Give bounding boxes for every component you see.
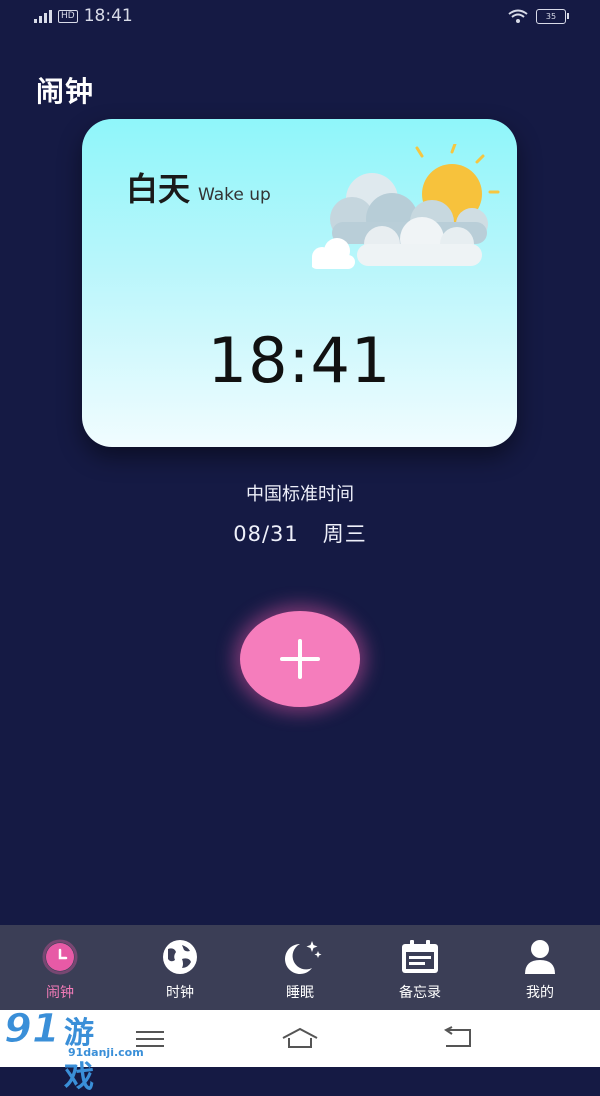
alarm-clock-icon <box>42 939 78 975</box>
hd-badge: HD <box>58 9 78 23</box>
calendar-icon <box>402 940 438 973</box>
nav-label-memo: 备忘录 <box>399 985 441 1001</box>
battery-icon: 35 <box>536 9 569 24</box>
period-en: Wake up <box>198 185 271 205</box>
site-watermark: 91 游戏 91danji.com <box>4 1006 144 1096</box>
moon-stars-icon <box>285 941 322 974</box>
nav-label-alarm: 闹钟 <box>46 985 74 1001</box>
weekday: 周三 <box>322 522 367 546</box>
page-title: 闹钟 <box>36 75 95 108</box>
person-icon <box>525 940 555 974</box>
back-icon[interactable] <box>440 1026 474 1050</box>
alarm-time-card[interactable]: 白天 Wake up 18:41 <box>82 119 517 447</box>
nav-item-memo[interactable]: 备忘录 <box>360 925 480 1010</box>
wifi-icon <box>508 9 528 23</box>
timezone-name: 中国标准时间 <box>246 484 354 505</box>
watermark-logo: 91 <box>4 1006 61 1053</box>
sun-cloud-icon <box>312 144 500 269</box>
date-line: 08/31 周三 <box>0 518 600 548</box>
status-right: 35 <box>508 9 569 24</box>
nav-label-profile: 我的 <box>526 985 554 1001</box>
nav-item-profile[interactable]: 我的 <box>480 925 600 1010</box>
nav-label-clock: 时钟 <box>166 985 194 1001</box>
nav-item-clock[interactable]: 时钟 <box>120 925 240 1010</box>
alarm-time: 18:41 <box>207 324 392 397</box>
add-alarm-button[interactable] <box>240 611 360 707</box>
home-icon[interactable] <box>280 1026 320 1050</box>
nav-item-sleep[interactable]: 睡眠 <box>240 925 360 1010</box>
status-time: 18:41 <box>83 6 133 26</box>
watermark-url: 91danji.com <box>68 1046 144 1059</box>
period-label: 白天 Wake up <box>126 164 271 210</box>
status-left: HD 18:41 <box>34 6 133 26</box>
plus-icon <box>280 639 320 679</box>
nav-label-sleep: 睡眠 <box>286 985 314 1001</box>
globe-icon <box>163 940 197 974</box>
nav-item-alarm[interactable]: 闹钟 <box>0 925 120 1010</box>
date: 08/31 <box>233 522 299 546</box>
status-bar: HD 18:41 35 <box>0 0 600 36</box>
bottom-nav: 闹钟 时钟 睡眠 备忘录 我的 <box>0 925 600 1010</box>
period-cn: 白天 <box>126 170 191 208</box>
signal-icon <box>34 9 52 23</box>
